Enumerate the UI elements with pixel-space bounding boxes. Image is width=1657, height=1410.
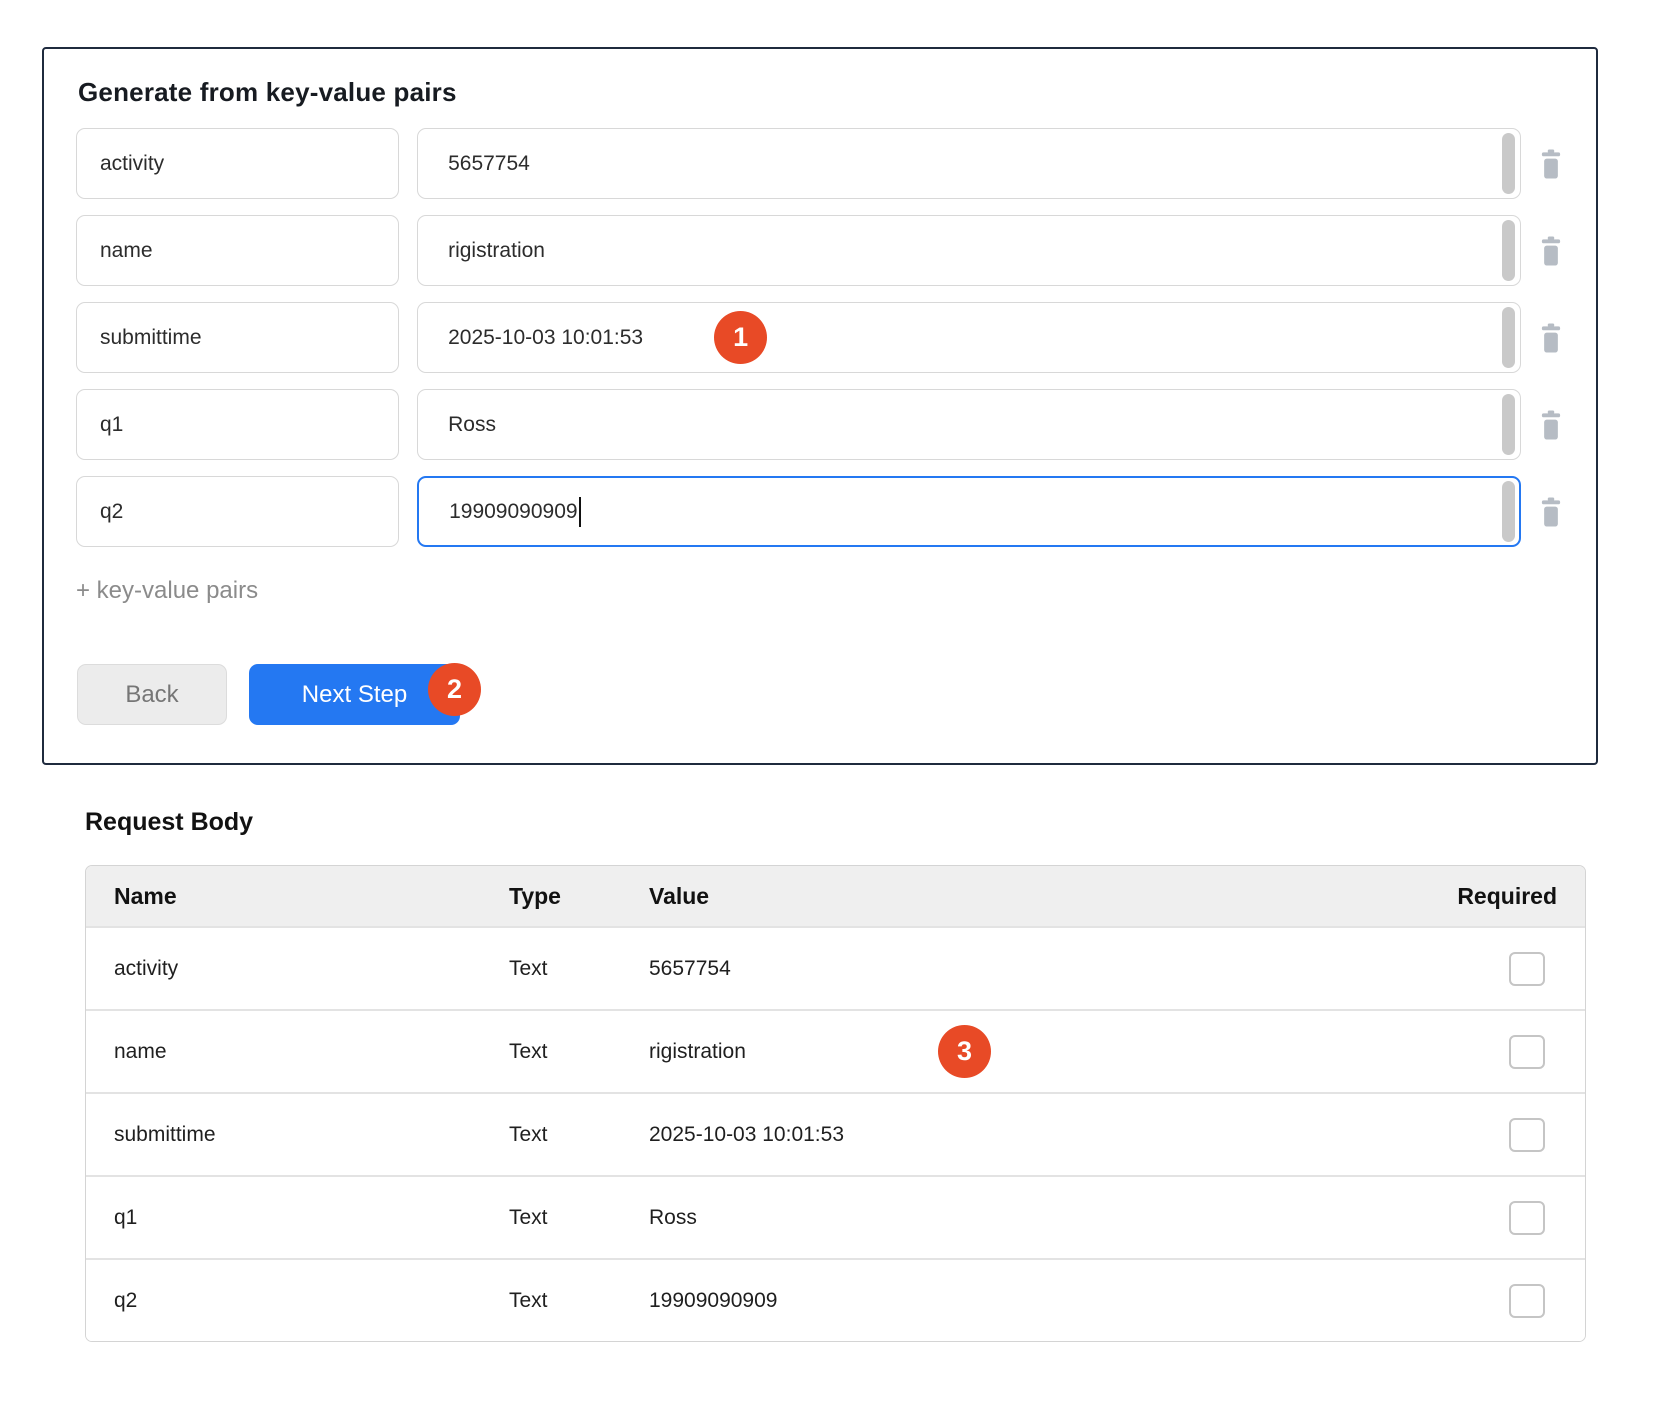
value-input[interactable]: 5657754	[417, 128, 1521, 199]
trash-icon	[1538, 236, 1564, 266]
scrollbar-thumb[interactable]	[1502, 394, 1515, 455]
required-checkbox[interactable]	[1509, 1118, 1545, 1152]
cell-type: Text	[509, 1206, 649, 1230]
cell-required	[1426, 1035, 1557, 1069]
key-value-rows: activity 5657754 name rigistration	[76, 128, 1568, 563]
value-text: 2025-10-03 10:01:53	[448, 326, 643, 350]
cell-type: Text	[509, 1123, 649, 1147]
cell-value: rigistration	[649, 1040, 1426, 1064]
delete-row-button[interactable]	[1534, 408, 1568, 442]
table-row: q1 Text Ross	[86, 1175, 1585, 1258]
scrollbar-thumb[interactable]	[1502, 481, 1515, 542]
panel-title: Generate from key-value pairs	[78, 77, 457, 108]
value-input[interactable]: Ross	[417, 389, 1521, 460]
value-input-wrap: 2025-10-03 10:01:53 1	[417, 302, 1521, 373]
column-header-value: Value	[649, 883, 1426, 910]
value-text: Ross	[448, 413, 496, 437]
required-checkbox[interactable]	[1509, 1201, 1545, 1235]
key-value-row: q1 Ross	[76, 389, 1568, 460]
cell-type: Text	[509, 957, 649, 981]
scrollbar-thumb[interactable]	[1502, 220, 1515, 281]
key-input[interactable]: activity	[76, 128, 399, 199]
delete-row-button[interactable]	[1534, 495, 1568, 529]
cell-name: submittime	[114, 1123, 509, 1147]
table-row: submittime Text 2025-10-03 10:01:53	[86, 1092, 1585, 1175]
column-header-type: Type	[509, 883, 649, 910]
table-row: name Text rigistration 3	[86, 1009, 1585, 1092]
value-input[interactable]: rigistration	[417, 215, 1521, 286]
key-value-row: q2 19909090909	[76, 476, 1568, 547]
cell-required	[1426, 952, 1557, 986]
request-body-heading: Request Body	[85, 808, 253, 837]
delete-row-button[interactable]	[1534, 147, 1568, 181]
cell-value: 5657754	[649, 957, 1426, 981]
value-text: 19909090909	[449, 500, 577, 524]
column-header-required: Required	[1426, 883, 1557, 910]
cell-type: Text	[509, 1040, 649, 1064]
trash-icon	[1538, 149, 1564, 179]
annotation-badge: 1	[714, 311, 767, 364]
required-checkbox[interactable]	[1509, 952, 1545, 986]
add-key-value-link[interactable]: + key-value pairs	[76, 577, 258, 605]
cell-name: q1	[114, 1206, 509, 1230]
key-value-row: submittime 2025-10-03 10:01:53 1	[76, 302, 1568, 373]
delete-row-button[interactable]	[1534, 234, 1568, 268]
panel-actions: Back Next Step 2	[77, 664, 481, 725]
cell-name: name	[114, 1040, 509, 1064]
table-row: activity Text 5657754	[86, 926, 1585, 1009]
back-button[interactable]: Back	[77, 664, 227, 725]
cell-value: 19909090909	[649, 1289, 1426, 1313]
value-input[interactable]: 19909090909	[417, 476, 1521, 547]
cell-required	[1426, 1201, 1557, 1235]
cell-type: Text	[509, 1289, 649, 1313]
key-input[interactable]: submittime	[76, 302, 399, 373]
cell-required	[1426, 1284, 1557, 1318]
delete-row-button[interactable]	[1534, 321, 1568, 355]
key-value-row: activity 5657754	[76, 128, 1568, 199]
request-body-table: Name Type Value Required activity Text 5…	[85, 865, 1586, 1342]
cell-name: q2	[114, 1289, 509, 1313]
annotation-badge-2: 2	[428, 663, 481, 716]
value-text: 5657754	[448, 152, 530, 176]
value-input-wrap: 19909090909	[417, 476, 1521, 547]
key-input[interactable]: q1	[76, 389, 399, 460]
value-input-wrap: 5657754	[417, 128, 1521, 199]
value-input-wrap: rigistration	[417, 215, 1521, 286]
key-value-row: name rigistration	[76, 215, 1568, 286]
required-checkbox[interactable]	[1509, 1035, 1545, 1069]
required-checkbox[interactable]	[1509, 1284, 1545, 1318]
key-input[interactable]: name	[76, 215, 399, 286]
trash-icon	[1538, 497, 1564, 527]
cell-required	[1426, 1118, 1557, 1152]
annotation-badge: 3	[938, 1025, 991, 1078]
value-text: rigistration	[448, 239, 545, 263]
cell-name: activity	[114, 957, 509, 981]
scrollbar-thumb[interactable]	[1502, 307, 1515, 368]
cell-value: Ross	[649, 1206, 1426, 1230]
trash-icon	[1538, 410, 1564, 440]
scrollbar-thumb[interactable]	[1502, 133, 1515, 194]
table-row: q2 Text 19909090909	[86, 1258, 1585, 1341]
cell-value: 2025-10-03 10:01:53	[649, 1123, 1426, 1147]
key-input[interactable]: q2	[76, 476, 399, 547]
trash-icon	[1538, 323, 1564, 353]
text-caret	[579, 497, 581, 527]
table-body: activity Text 5657754 name Text rigistra…	[86, 926, 1585, 1341]
value-input[interactable]: 2025-10-03 10:01:53	[417, 302, 1521, 373]
table-header-row: Name Type Value Required	[86, 866, 1585, 926]
key-value-panel: Generate from key-value pairs activity 5…	[42, 47, 1598, 765]
column-header-name: Name	[114, 883, 509, 910]
value-input-wrap: Ross	[417, 389, 1521, 460]
